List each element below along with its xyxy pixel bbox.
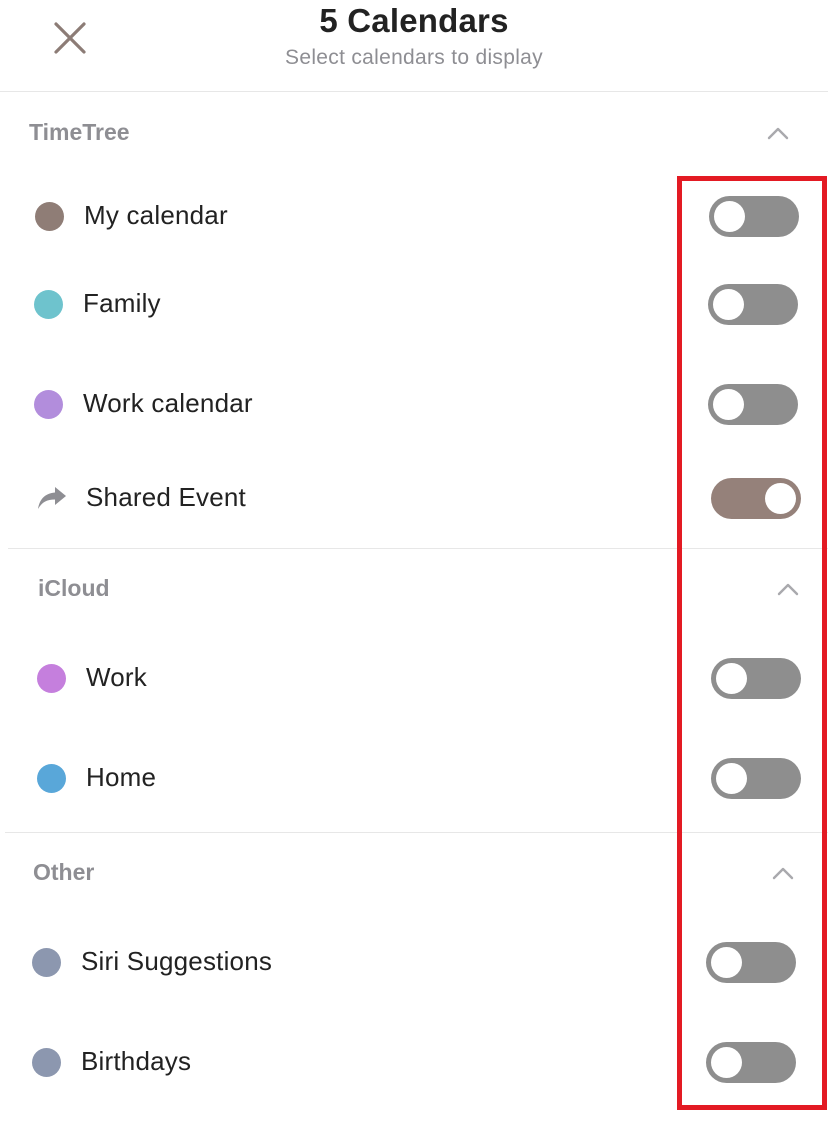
chevron-up-icon [772, 867, 794, 880]
collapse-button-timetree[interactable] [764, 123, 792, 143]
header: 5 Calendars Select calendars to display [0, 0, 828, 92]
section-header-other: Other [0, 853, 828, 893]
collapse-button-icloud[interactable] [774, 579, 802, 599]
toggle-knob [711, 1047, 742, 1078]
toggle-knob [713, 389, 744, 420]
toggle-work-calendar[interactable] [708, 384, 798, 425]
calendar-label: Siri Suggestions [81, 946, 273, 976]
section-header-icloud: iCloud [0, 569, 828, 609]
toggle-siri-suggestions[interactable] [706, 942, 796, 983]
calendar-color-dot [32, 1048, 61, 1077]
calendar-color-dot [32, 948, 61, 977]
share-arrow-icon [36, 485, 68, 511]
page-title: 5 Calendars [319, 2, 509, 39]
section-title: iCloud [38, 575, 110, 601]
calendar-label: Birthdays [81, 1046, 192, 1076]
toggle-family[interactable] [708, 284, 798, 325]
page-subtitle: Select calendars to display [285, 46, 543, 69]
section-header-timetree: TimeTree [0, 113, 828, 153]
calendar-label: Work calendar [83, 388, 253, 418]
toggle-my-calendar[interactable] [709, 196, 799, 237]
toggle-work[interactable] [711, 658, 801, 699]
calendar-row-work[interactable]: Work [0, 648, 828, 708]
calendar-row-birthdays[interactable]: Birthdays [0, 1032, 828, 1092]
calendar-color-dot [37, 764, 66, 793]
calendar-label: Home [86, 762, 157, 792]
calendar-row-my-calendar[interactable]: My calendar [0, 186, 828, 246]
calendar-label: Shared Event [86, 482, 246, 512]
calendar-row-family[interactable]: Family [0, 274, 828, 334]
toggle-knob [765, 483, 796, 514]
section-title: Other [33, 859, 95, 885]
calendar-label: Family [83, 288, 161, 318]
calendar-color-dot [34, 390, 63, 419]
section-title: TimeTree [29, 119, 130, 145]
calendar-color-dot [37, 664, 66, 693]
calendar-row-shared-event[interactable]: Shared Event [0, 468, 828, 528]
calendar-label: My calendar [84, 200, 228, 230]
toggle-knob [714, 201, 745, 232]
toggle-shared-event[interactable] [711, 478, 801, 519]
toggle-knob [713, 289, 744, 320]
calendar-color-dot [35, 202, 64, 231]
toggle-home[interactable] [711, 758, 801, 799]
toggle-knob [711, 947, 742, 978]
calendar-row-home[interactable]: Home [0, 748, 828, 808]
calendar-row-work-calendar[interactable]: Work calendar [0, 374, 828, 434]
section-divider [5, 832, 828, 833]
section-divider [8, 548, 828, 549]
toggle-knob [716, 763, 747, 794]
toggle-knob [716, 663, 747, 694]
toggle-birthdays[interactable] [706, 1042, 796, 1083]
collapse-button-other[interactable] [769, 863, 797, 883]
calendar-row-siri-suggestions[interactable]: Siri Suggestions [0, 932, 828, 992]
calendar-label: Work [86, 662, 147, 692]
chevron-up-icon [777, 583, 799, 596]
calendar-color-dot [34, 290, 63, 319]
chevron-up-icon [767, 127, 789, 140]
